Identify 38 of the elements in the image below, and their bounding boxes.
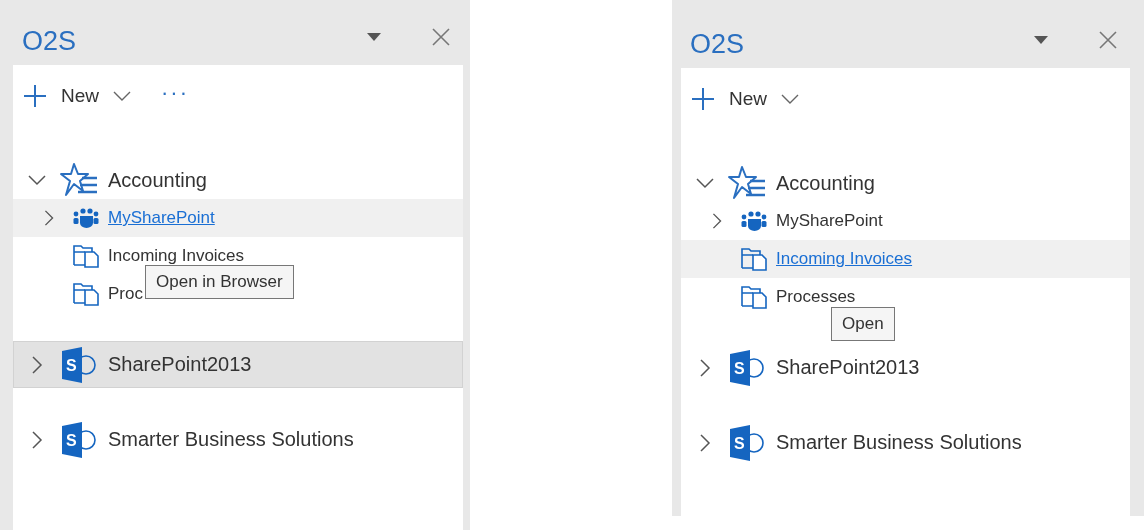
hovered-row[interactable]: MySharePoint	[13, 199, 463, 237]
pane-title: O2S	[22, 26, 78, 57]
more-button[interactable]: ···	[151, 80, 189, 112]
library-icon	[741, 247, 767, 271]
library-icon	[73, 282, 99, 306]
plus-icon	[23, 84, 47, 108]
tooltip: Open in Browser	[145, 265, 294, 299]
star-list-icon	[728, 165, 766, 201]
tree-item-label[interactable]: MySharePoint	[108, 208, 215, 228]
tree-item-label[interactable]: SharePoint2013	[108, 353, 252, 376]
new-button[interactable]: New	[23, 84, 131, 108]
new-button[interactable]: New	[691, 87, 799, 111]
people-icon	[741, 211, 767, 231]
tree-item-label[interactable]: Proc	[108, 284, 143, 304]
tree-item-label[interactable]: Incoming Invoices	[108, 246, 245, 266]
tree-item-label[interactable]: Accounting	[108, 168, 207, 192]
chevron-down-icon	[113, 91, 131, 101]
close-icon[interactable]	[1099, 30, 1117, 49]
tree-item-label[interactable]: Processes	[776, 287, 856, 307]
hovered-row[interactable]: Incoming Invoices	[681, 240, 1130, 278]
library-icon	[73, 244, 99, 268]
chevron-down-icon	[781, 94, 799, 104]
tree-item-label[interactable]: Accounting	[776, 171, 875, 195]
selected-row[interactable]: S SharePoint2013	[13, 341, 463, 388]
tree-item-label[interactable]: SharePoint2013	[776, 356, 920, 379]
tree-item-label[interactable]: Smarter Business Solutions	[108, 428, 354, 451]
tree-item-label[interactable]: Incoming Invoices	[776, 249, 913, 269]
plus-icon	[691, 87, 715, 111]
tree-item-label[interactable]: MySharePoint	[776, 211, 883, 231]
tree-item-label[interactable]: Smarter Business Solutions	[776, 431, 1022, 454]
pane-title: O2S	[690, 29, 746, 60]
star-list-icon	[60, 162, 98, 198]
close-icon[interactable]	[432, 27, 450, 46]
library-icon	[741, 285, 767, 309]
dropdown-icon[interactable]	[366, 31, 382, 42]
dropdown-icon[interactable]	[1033, 34, 1049, 45]
people-icon	[73, 208, 99, 228]
tooltip: Open	[831, 307, 895, 341]
